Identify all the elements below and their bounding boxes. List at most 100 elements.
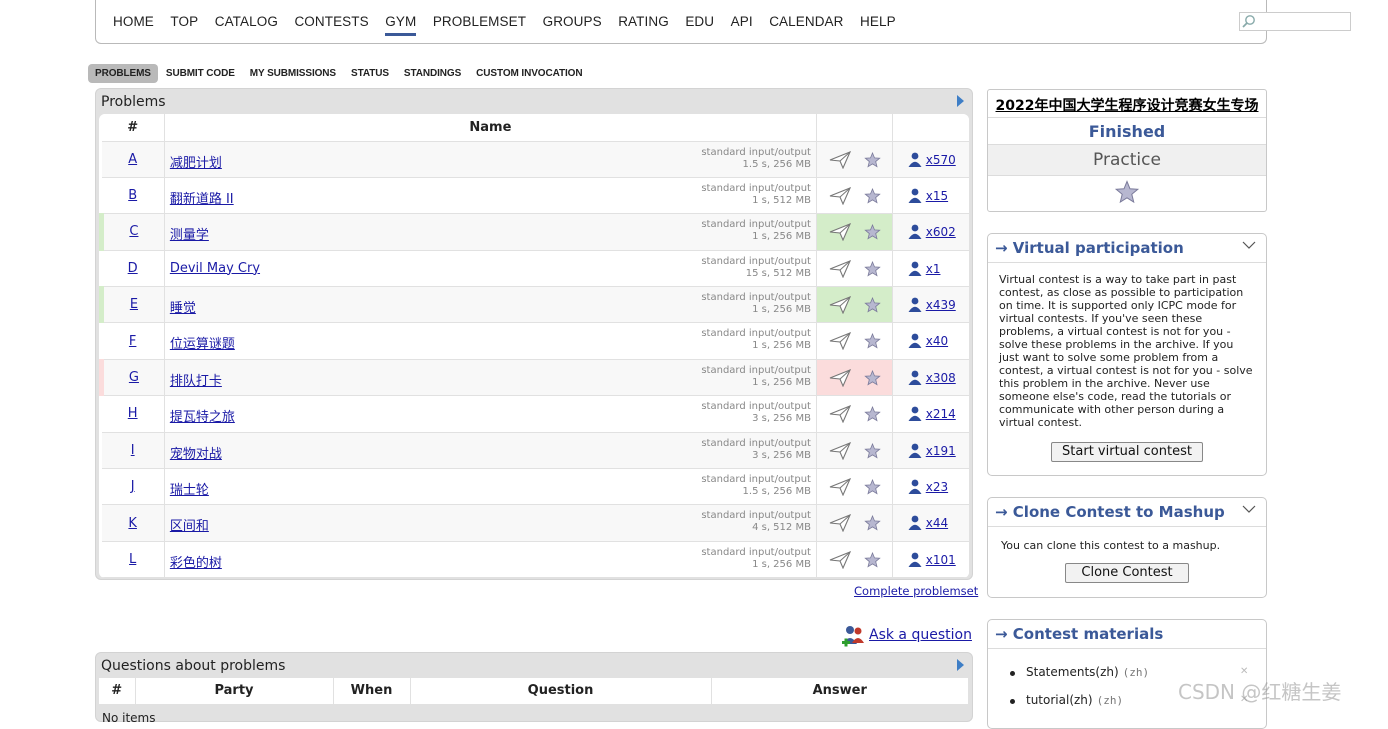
submit-icon[interactable] — [829, 550, 851, 573]
search-input[interactable] — [1239, 12, 1351, 31]
menu-rating[interactable]: RATING — [618, 14, 669, 29]
clone-contest-box: → Clone Contest to Mashup You can clone … — [987, 497, 1267, 598]
complete-problemset-link[interactable]: Complete problemset — [854, 584, 978, 598]
problem-name-link[interactable]: 睡觉 — [170, 297, 196, 316]
problem-io: standard input/output — [701, 510, 811, 522]
submit-icon[interactable] — [829, 259, 851, 282]
problem-name-link[interactable]: Devil May Cry — [170, 261, 260, 276]
solved-count-link[interactable]: x439 — [926, 298, 956, 312]
material-statements-link[interactable]: Statements(zh) — [1026, 665, 1119, 679]
solved-count-link[interactable]: x101 — [926, 553, 956, 567]
tab-custom-invocation[interactable]: CUSTOM INVOCATION — [469, 64, 589, 83]
problem-index-link[interactable]: D — [128, 261, 138, 276]
solved-count-link[interactable]: x214 — [926, 407, 956, 421]
tab-submit-code[interactable]: SUBMIT CODE — [159, 64, 242, 83]
problem-index-link[interactable]: H — [128, 406, 138, 421]
star-icon[interactable] — [864, 442, 881, 463]
menu-gym[interactable]: GYM — [385, 14, 417, 36]
problem-index-link[interactable]: C — [129, 224, 138, 239]
problem-name-link[interactable]: 翻新道路 II — [170, 188, 234, 207]
menu-top[interactable]: TOP — [170, 14, 198, 29]
solved-count-link[interactable]: x44 — [926, 516, 948, 530]
star-icon[interactable] — [864, 478, 881, 499]
submit-icon[interactable] — [829, 296, 851, 318]
solved-count-link[interactable]: x570 — [926, 153, 956, 167]
star-icon[interactable] — [864, 515, 881, 535]
submit-icon[interactable] — [829, 223, 851, 245]
questions-arrow-icon[interactable] — [957, 659, 964, 671]
problem-name-link[interactable]: 提瓦特之旅 — [170, 406, 235, 425]
menu-home[interactable]: HOME — [113, 14, 154, 29]
menu-problemset[interactable]: PROBLEMSET — [433, 14, 526, 29]
star-icon[interactable] — [864, 297, 881, 317]
menu-catalog[interactable]: CATALOG — [215, 14, 278, 29]
star-icon[interactable] — [864, 151, 881, 172]
ask-question[interactable]: Ask a question — [840, 624, 972, 652]
problem-name-link[interactable]: 排队打卡 — [170, 370, 222, 389]
solved-count-link[interactable]: x191 — [926, 444, 956, 458]
star-icon[interactable] — [864, 224, 881, 244]
submit-icon[interactable] — [829, 441, 851, 464]
submit-icon[interactable] — [829, 332, 851, 354]
menu-edu[interactable]: EDU — [685, 14, 714, 29]
contest-name-row: 2022年中国大学生程序设计竞赛女生专场 — [988, 90, 1266, 118]
material-item[interactable]: Statements(zh) (zh) — [1026, 665, 1149, 679]
problem-index-link[interactable]: G — [129, 370, 139, 385]
tab-problems[interactable]: PROBLEMS — [88, 64, 158, 83]
solved-count-link[interactable]: x602 — [926, 225, 956, 239]
material-lang: (zh) — [1096, 694, 1124, 707]
menu-calendar[interactable]: CALENDAR — [769, 14, 843, 29]
material-item[interactable]: tutorial(zh) (zh) — [1026, 693, 1123, 707]
problem-index-link[interactable]: A — [128, 152, 137, 167]
solved-count-link[interactable]: x1 — [926, 262, 941, 276]
star-icon[interactable] — [864, 333, 881, 353]
problem-index-link[interactable]: B — [128, 188, 137, 203]
solved-count-link[interactable]: x308 — [926, 371, 956, 385]
submit-icon[interactable] — [829, 368, 851, 391]
problem-name-link[interactable]: 彩色的树 — [170, 552, 222, 571]
chevron-down-icon[interactable] — [1242, 504, 1256, 514]
submit-icon[interactable] — [829, 405, 851, 427]
menu-api[interactable]: API — [731, 14, 753, 29]
solved-count-link[interactable]: x40 — [926, 334, 948, 348]
problem-name-link[interactable]: 减肥计划 — [170, 152, 222, 171]
star-icon[interactable] — [864, 260, 881, 281]
clone-contest-button[interactable]: Clone Contest — [1065, 563, 1189, 583]
star-icon[interactable] — [864, 551, 881, 572]
tab-status[interactable]: STATUS — [344, 64, 396, 83]
problem-name-link[interactable]: 测量学 — [170, 224, 209, 243]
submit-icon[interactable] — [829, 478, 851, 500]
problem-index-link[interactable]: F — [129, 334, 136, 349]
problem-index-link[interactable]: L — [129, 552, 136, 567]
contest-name-link[interactable]: 2022年中国大学生程序设计竞赛女生专场 — [996, 98, 1259, 114]
problem-index-link[interactable]: J — [131, 479, 135, 494]
menu-help[interactable]: HELP — [860, 14, 896, 29]
submit-icon[interactable] — [829, 186, 851, 209]
menu-contests[interactable]: CONTESTS — [294, 14, 368, 29]
material-tutorial-link[interactable]: tutorial(zh) — [1026, 693, 1093, 707]
star-icon[interactable] — [864, 187, 881, 208]
start-virtual-contest-button[interactable]: Start virtual contest — [1051, 442, 1203, 462]
tab-standings[interactable]: STANDINGS — [397, 64, 468, 83]
problem-name-link[interactable]: 区间和 — [170, 515, 209, 534]
solved-count-link[interactable]: x15 — [926, 189, 948, 203]
problem-name-link[interactable]: 宠物对战 — [170, 443, 222, 462]
submit-icon[interactable] — [829, 150, 851, 173]
problem-name-link[interactable]: 瑞士轮 — [170, 479, 209, 498]
problem-index-link[interactable]: E — [130, 297, 138, 312]
q-header-when: When — [333, 678, 411, 705]
problem-index-link[interactable]: K — [128, 516, 137, 531]
problem-name-link[interactable]: 位运算谜题 — [170, 333, 235, 352]
menu-groups[interactable]: GROUPS — [543, 14, 602, 29]
tab-my-submissions[interactable]: MY SUBMISSIONS — [243, 64, 343, 83]
problem-index-link[interactable]: I — [131, 443, 135, 458]
problem-limit-values: 4 s, 512 MB — [752, 522, 811, 534]
chevron-down-icon[interactable] — [1242, 240, 1256, 250]
submit-icon[interactable] — [829, 514, 851, 536]
expand-arrow-icon[interactable] — [957, 95, 964, 107]
star-icon[interactable] — [864, 369, 881, 390]
star-icon[interactable] — [1114, 180, 1140, 204]
ask-question-link[interactable]: Ask a question — [869, 627, 972, 643]
solved-count-link[interactable]: x23 — [926, 480, 948, 494]
star-icon[interactable] — [864, 406, 881, 426]
